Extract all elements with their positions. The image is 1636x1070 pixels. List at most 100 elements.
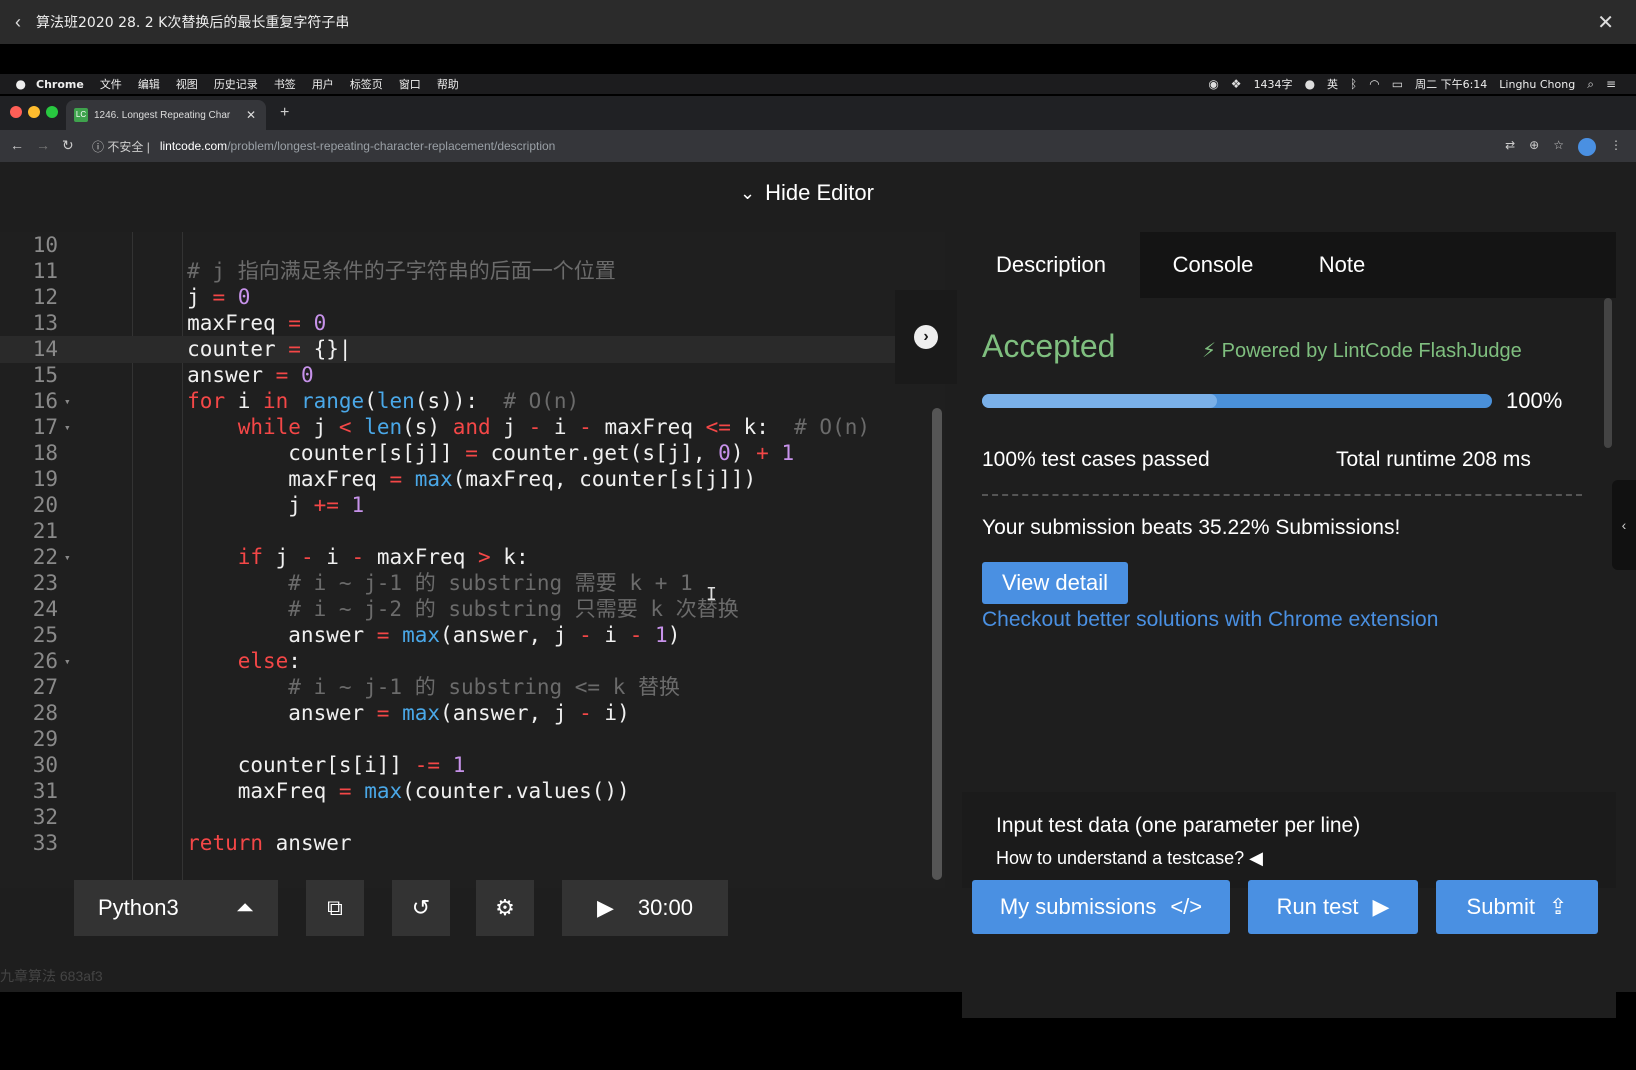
tab-note[interactable]: Note xyxy=(1286,232,1398,298)
copy-code-button[interactable]: ⧉ xyxy=(306,880,364,936)
profile-avatar[interactable] xyxy=(1578,138,1596,156)
code-line: 29 xyxy=(32,727,58,751)
fold-icon[interactable]: ▾ xyxy=(64,388,71,415)
gear-icon: ⚙ xyxy=(495,895,515,920)
chevron-right-icon: › xyxy=(914,325,938,349)
watermark: 九章算法 683af3 xyxy=(0,968,103,984)
dropbox-icon[interactable]: ❖ xyxy=(1231,77,1242,91)
video-title: 算法班2020 28. 2 K次替换后的最长重复字符子串 xyxy=(36,15,350,31)
code-line: 33 return answer xyxy=(32,831,352,855)
lintcode-page: ⌄ Hide Editor 10 11 # j 指向满足条件的子字符串的后面一个… xyxy=(0,162,1636,1018)
insecure-label[interactable]: ⓘ 不安全 | xyxy=(92,138,150,155)
code-line: 26 ▾ else: xyxy=(32,648,301,675)
clock[interactable]: 周二 下午6:14 xyxy=(1415,76,1487,92)
editor-scrollbar[interactable] xyxy=(932,408,942,880)
beats-text: Your submission beats 35.22% Submissions… xyxy=(982,516,1401,539)
minimize-window-button[interactable] xyxy=(28,106,40,118)
url-path: /problem/longest-repeating-character-rep… xyxy=(227,139,556,153)
code-line: 20 j += 1 xyxy=(32,493,365,517)
player-top-bar: ‹ 算法班2020 28. 2 K次替换后的最长重复字符子串 ✕ xyxy=(0,0,1636,44)
bluetooth-icon[interactable]: ᛒ xyxy=(1350,77,1357,91)
translate-icon[interactable]: ⇄ xyxy=(1505,138,1515,156)
tab-close-icon[interactable]: ✕ xyxy=(246,108,256,122)
menu-view[interactable]: 视图 xyxy=(176,76,198,92)
menu-window[interactable]: 窗口 xyxy=(399,76,421,92)
code-line: 28 answer = max(answer, j - i) xyxy=(32,701,630,725)
progress-percent: 100% xyxy=(1506,388,1563,413)
microphone-icon[interactable]: ● xyxy=(1305,77,1315,91)
fold-icon[interactable]: ▾ xyxy=(64,544,71,571)
timer-value: 30:00 xyxy=(637,895,693,920)
close-icon[interactable]: ✕ xyxy=(1597,10,1614,35)
tab-console[interactable]: Console xyxy=(1140,232,1286,298)
menu-history[interactable]: 历史记录 xyxy=(214,76,258,92)
zoom-icon[interactable]: ⊕ xyxy=(1529,138,1539,156)
submit-button[interactable]: Submit ⇪ xyxy=(1436,880,1598,934)
chrome-toolbar: ← → ↻ ⓘ 不安全 | lintcode.com /problem/long… xyxy=(0,130,1636,162)
timer-button[interactable]: ▶ 30:00 xyxy=(562,880,728,936)
run-test-button[interactable]: Run test ▶ xyxy=(1248,880,1418,934)
url-domain: lintcode.com xyxy=(159,139,228,153)
chevron-left-icon[interactable]: ‹ xyxy=(1612,480,1636,570)
code-line: 24 # i ~ j-2 的 substring 只需要 k 次替换 xyxy=(32,597,739,621)
apple-icon[interactable]: ● xyxy=(0,77,26,91)
menu-chrome[interactable]: Chrome xyxy=(36,78,84,91)
new-tab-icon[interactable]: + xyxy=(280,104,289,122)
text-cursor-icon: I xyxy=(706,584,717,605)
list-icon[interactable]: ≡ xyxy=(1606,77,1616,91)
view-detail-button[interactable]: View detail xyxy=(982,562,1128,604)
status-accepted: Accepted xyxy=(982,328,1116,364)
hide-editor-button[interactable]: ⌄ Hide Editor xyxy=(740,180,874,206)
settings-button[interactable]: ⚙ xyxy=(476,880,534,936)
more-icon[interactable]: ⋮ xyxy=(1610,138,1622,156)
reset-code-button[interactable]: ↺ xyxy=(392,880,450,936)
toggle-panel-button[interactable]: › xyxy=(895,290,957,384)
panel-tabs: Description Console Note xyxy=(962,232,1616,298)
checkout-link[interactable]: Checkout better solutions with Chrome ex… xyxy=(982,608,1438,632)
menubar-status-area: ◉ ❖ 1434字 ● 英 ᛒ ◠ ▭ 周二 下午6:14 Linghu Cho… xyxy=(1208,74,1616,94)
code-line-current: 14 counter = {}| xyxy=(0,336,940,363)
code-line: 13 maxFreq = 0 xyxy=(32,311,327,335)
fold-icon[interactable]: ▾ xyxy=(64,414,71,441)
zoom-window-button[interactable] xyxy=(46,106,58,118)
wifi-icon[interactable]: ◠ xyxy=(1369,77,1379,91)
copy-icon: ⧉ xyxy=(327,895,343,920)
chevron-left-icon[interactable]: ‹ xyxy=(0,12,36,33)
code-line: 21 xyxy=(32,519,58,543)
powered-by: ⚡ Powered by LintCode FlashJudge xyxy=(1202,340,1522,362)
code-line: 11 # j 指向满足条件的子字符串的后面一个位置 xyxy=(32,259,616,283)
back-icon[interactable]: ← xyxy=(10,137,24,153)
forward-icon[interactable]: → xyxy=(36,137,50,153)
input-title: Input test data (one parameter per line) xyxy=(996,814,1361,837)
language-select[interactable]: Python3 ⏶ xyxy=(74,880,278,936)
total-runtime: Total runtime 208 ms xyxy=(1336,448,1531,471)
menu-tab[interactable]: 标签页 xyxy=(350,76,383,92)
reload-icon[interactable]: ↻ xyxy=(62,137,74,154)
testcase-help-link[interactable]: How to understand a testcase? ◀ xyxy=(996,848,1263,869)
fold-icon[interactable]: ▾ xyxy=(64,648,71,675)
code-line: 31 maxFreq = max(counter.values()) xyxy=(32,779,630,803)
input-method[interactable]: 英 xyxy=(1327,76,1338,92)
menu-file[interactable]: 文件 xyxy=(100,76,122,92)
my-submissions-button[interactable]: My submissions </> xyxy=(972,880,1230,934)
user-name[interactable]: Linghu Chong xyxy=(1499,78,1575,91)
search-icon[interactable]: ⌕ xyxy=(1587,77,1594,92)
chevron-down-icon: ⌄ xyxy=(740,182,756,203)
test-cases-passed: 100% test cases passed xyxy=(982,448,1210,471)
record-icon[interactable]: ◉ xyxy=(1208,77,1218,91)
bookmark-star-icon[interactable]: ☆ xyxy=(1553,138,1564,156)
menu-people[interactable]: 用户 xyxy=(312,76,334,92)
battery-icon[interactable]: ▭ xyxy=(1392,77,1403,91)
browser-tab[interactable]: LC 1246. Longest Repeating Char ✕ xyxy=(66,100,266,130)
code-line: 23 # i ~ j-1 的 substring 需要 k + 1 xyxy=(32,571,693,595)
menu-bookmarks[interactable]: 书签 xyxy=(274,76,296,92)
tab-description[interactable]: Description xyxy=(962,232,1140,298)
bottom-toolbar: Python3 ⏶ ⧉ ↺ ⚙ ▶ 30:00 My submissions <… xyxy=(0,880,1636,992)
code-editor[interactable]: 10 11 # j 指向满足条件的子字符串的后面一个位置 12 j = 0 13… xyxy=(0,232,945,888)
close-window-button[interactable] xyxy=(10,106,22,118)
mac-menubar: ● Chrome 文件 编辑 视图 历史记录 书签 用户 标签页 窗口 帮助 ◉… xyxy=(0,74,1636,94)
result-scrollbar[interactable] xyxy=(1604,298,1612,448)
menu-edit[interactable]: 编辑 xyxy=(138,76,160,92)
menu-help[interactable]: 帮助 xyxy=(437,76,459,92)
address-bar[interactable]: ⓘ 不安全 | lintcode.com /problem/longest-re… xyxy=(92,134,1492,158)
